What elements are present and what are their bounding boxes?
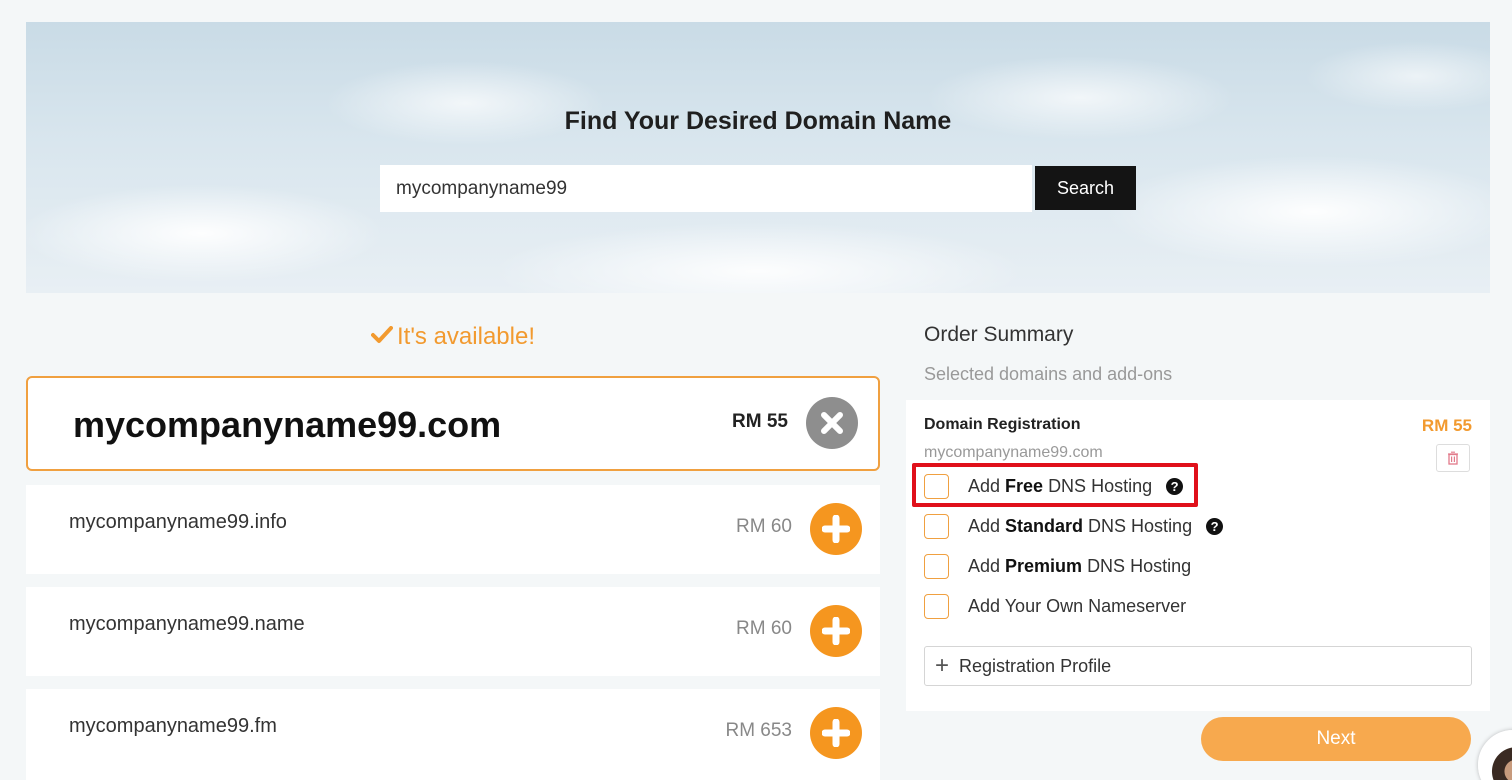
highlight-box — [912, 463, 1198, 507]
registration-price: RM 55 — [1421, 416, 1472, 435]
registration-domain: mycompanyname99.com — [924, 444, 1103, 461]
close-icon — [821, 412, 843, 434]
add-domain-button[interactable] — [810, 707, 862, 759]
availability-message: It's available! — [26, 323, 880, 351]
option-label-prefix: Add — [968, 555, 1001, 576]
domain-price: RM 60 — [736, 516, 792, 537]
trash-icon — [1448, 451, 1458, 465]
order-summary-panel: Domain Registration RM 55 mycompanyname9… — [906, 400, 1490, 711]
option-label: Add Your Own Nameserver — [968, 595, 1187, 616]
registration-profile-button[interactable]: + Registration Profile — [924, 646, 1472, 686]
domain-name: mycompanyname99.name — [69, 613, 305, 635]
standard-dns-checkbox[interactable] — [924, 513, 949, 539]
option-premium-dns: Add Premium DNS Hosting — [924, 553, 1191, 579]
domain-card: mycompanyname99.fm RM 653 — [26, 689, 880, 780]
plus-icon: + — [935, 652, 950, 679]
premium-dns-checkbox[interactable] — [924, 553, 949, 579]
option-label-prefix: Add — [968, 515, 1001, 536]
hero-title: Find Your Desired Domain Name — [564, 107, 952, 135]
plus-icon — [822, 515, 850, 543]
domain-name: mycompanyname99.com — [73, 404, 502, 445]
plus-icon — [822, 719, 850, 747]
check-icon — [371, 323, 393, 351]
option-label-tier: Premium — [1005, 555, 1083, 576]
order-summary-subtitle: Selected domains and add-ons — [924, 364, 1173, 384]
plus-icon — [822, 617, 850, 645]
domain-price: RM 60 — [736, 618, 792, 639]
search-button[interactable]: Search — [1035, 166, 1136, 210]
remove-domain-button[interactable] — [806, 397, 858, 449]
question-circle-icon[interactable]: ? — [1206, 517, 1224, 535]
option-own-nameserver: Add Your Own Nameserver — [924, 593, 1186, 619]
domain-name: mycompanyname99.fm — [69, 715, 277, 737]
option-label-suffix: DNS Hosting — [1088, 515, 1193, 536]
availability-text: It's available! — [397, 323, 535, 350]
domain-price: RM 653 — [725, 720, 792, 741]
registration-profile-label: Registration Profile — [959, 655, 1112, 676]
domain-price: RM 55 — [732, 411, 788, 432]
domain-name: mycompanyname99.info — [69, 511, 287, 533]
add-domain-button[interactable] — [810, 605, 862, 657]
order-summary-title: Order Summary — [924, 323, 1074, 346]
domain-search-input[interactable] — [380, 165, 1032, 212]
option-standard-dns: Add Standard DNS Hosting ? — [924, 513, 1224, 539]
domain-registration-label: Domain Registration — [924, 416, 1081, 433]
domain-card-selected: mycompanyname99.com RM 55 — [26, 376, 880, 471]
delete-domain-button[interactable] — [1436, 444, 1470, 472]
own-nameserver-checkbox[interactable] — [924, 593, 949, 619]
domain-card: mycompanyname99.name RM 60 — [26, 587, 880, 676]
hero-banner: Find Your Desired Domain Name Search — [26, 22, 1490, 293]
option-label-tier: Standard — [1005, 515, 1084, 536]
next-button[interactable]: Next — [1201, 717, 1471, 761]
add-domain-button[interactable] — [810, 503, 862, 555]
support-chat-avatar[interactable] — [1478, 730, 1512, 780]
option-label-suffix: DNS Hosting — [1087, 555, 1192, 576]
domain-card: mycompanyname99.info RM 60 — [26, 485, 880, 574]
